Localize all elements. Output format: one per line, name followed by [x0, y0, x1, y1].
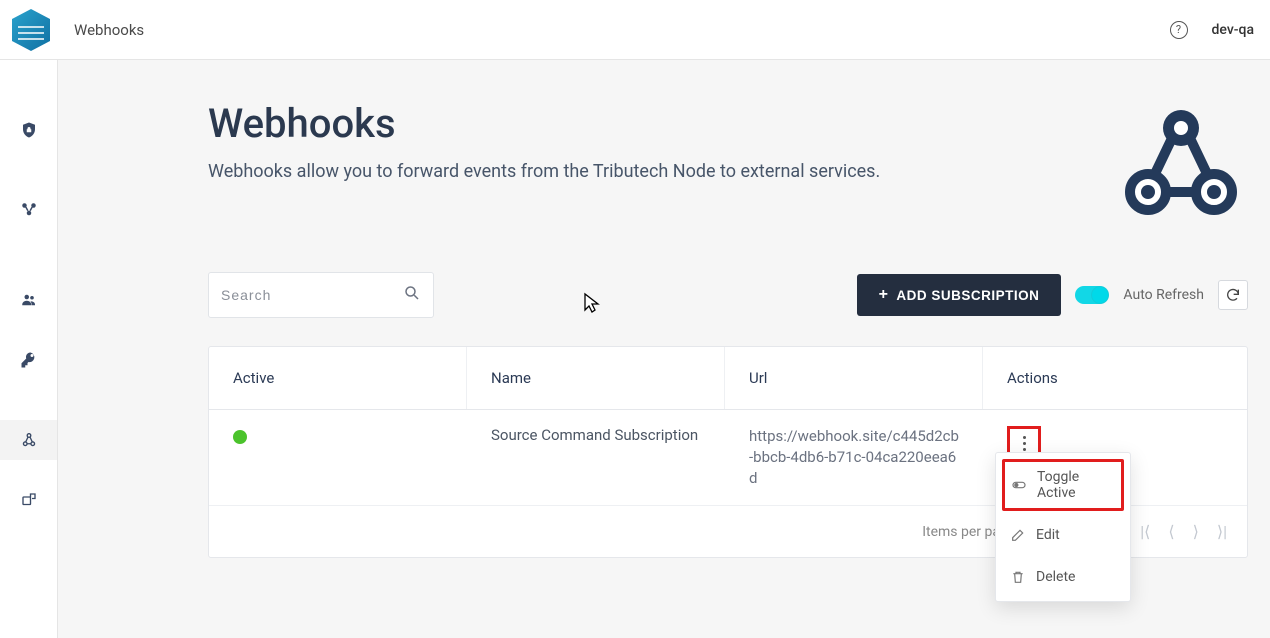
- menu-toggle-active[interactable]: Toggle Active: [1002, 459, 1124, 511]
- page-next-button[interactable]: ⟩: [1193, 522, 1199, 541]
- toggle-icon: [1011, 477, 1027, 493]
- cell-name: Source Command Subscription: [467, 410, 725, 505]
- cell-url: https://webhook.site/c445d2cb-bbcb-4db6-…: [725, 410, 983, 505]
- users-icon: [20, 291, 38, 309]
- subscriptions-table: Active Name Url Actions Source Command S…: [208, 346, 1248, 558]
- sidebar-item-agents[interactable]: [0, 480, 57, 520]
- page-first-button[interactable]: |⟨: [1140, 522, 1150, 541]
- page-last-button[interactable]: ⟩|: [1217, 522, 1227, 541]
- menu-delete-label: Delete: [1036, 569, 1075, 585]
- search-icon: [403, 284, 421, 306]
- col-name: Name: [467, 347, 725, 409]
- page-prev-button[interactable]: ⟨: [1168, 522, 1174, 541]
- trash-icon: [1010, 569, 1026, 585]
- webhook-hero-icon: [1116, 100, 1246, 230]
- app-header: Webhooks ? dev-qa: [0, 0, 1270, 60]
- menu-toggle-active-label: Toggle Active: [1037, 469, 1115, 501]
- auto-refresh-label: Auto Refresh: [1123, 287, 1204, 303]
- refresh-icon: [1225, 287, 1241, 303]
- sidebar: [0, 60, 58, 638]
- menu-edit-label: Edit: [1036, 527, 1060, 543]
- tributech-logo-icon: [8, 7, 54, 53]
- sidebar-item-webhooks[interactable]: [0, 420, 57, 460]
- page-subtitle: Webhooks allow you to forward events fro…: [208, 161, 1248, 182]
- page-title: Webhooks: [208, 100, 1248, 147]
- auto-refresh-toggle[interactable]: [1075, 286, 1109, 304]
- row-actions-menu: Toggle Active Edit Delete: [995, 452, 1131, 602]
- add-button-label: ADD SUBSCRIPTION: [896, 288, 1039, 303]
- user-menu[interactable]: dev-qa: [1212, 22, 1254, 38]
- webhook-icon: [20, 431, 38, 449]
- sidebar-item-streams[interactable]: [0, 190, 57, 230]
- search-input[interactable]: [221, 287, 403, 303]
- cell-active: [209, 410, 467, 505]
- shield-lock-icon: [20, 121, 38, 139]
- sidebar-item-secrets[interactable]: [0, 110, 57, 150]
- sidebar-item-keys[interactable]: [0, 340, 57, 380]
- header-title: Webhooks: [74, 21, 144, 39]
- share-nodes-icon: [20, 201, 38, 219]
- col-actions: Actions: [983, 347, 1249, 409]
- header-left: Webhooks: [0, 7, 144, 53]
- app-logo[interactable]: [8, 7, 54, 53]
- widget-icon: [20, 491, 38, 509]
- plus-icon: +: [879, 286, 889, 304]
- kebab-icon: [1023, 436, 1026, 451]
- col-url: Url: [725, 347, 983, 409]
- sidebar-item-users[interactable]: [0, 280, 57, 320]
- active-status-dot-icon: [233, 430, 247, 444]
- main-content: Webhooks Webhooks allow you to forward e…: [58, 60, 1270, 638]
- table-header: Active Name Url Actions: [209, 347, 1247, 410]
- refresh-button[interactable]: [1218, 280, 1248, 310]
- toolbar: + ADD SUBSCRIPTION Auto Refresh: [208, 272, 1248, 318]
- header-right: ? dev-qa: [1170, 21, 1254, 39]
- search-box[interactable]: [208, 272, 434, 318]
- menu-edit[interactable]: Edit: [1002, 517, 1124, 553]
- add-subscription-button[interactable]: + ADD SUBSCRIPTION: [857, 274, 1062, 316]
- col-active: Active: [209, 347, 467, 409]
- pencil-icon: [1010, 527, 1026, 543]
- menu-delete[interactable]: Delete: [1002, 559, 1124, 595]
- key-icon: [20, 351, 38, 369]
- help-icon[interactable]: ?: [1170, 21, 1188, 39]
